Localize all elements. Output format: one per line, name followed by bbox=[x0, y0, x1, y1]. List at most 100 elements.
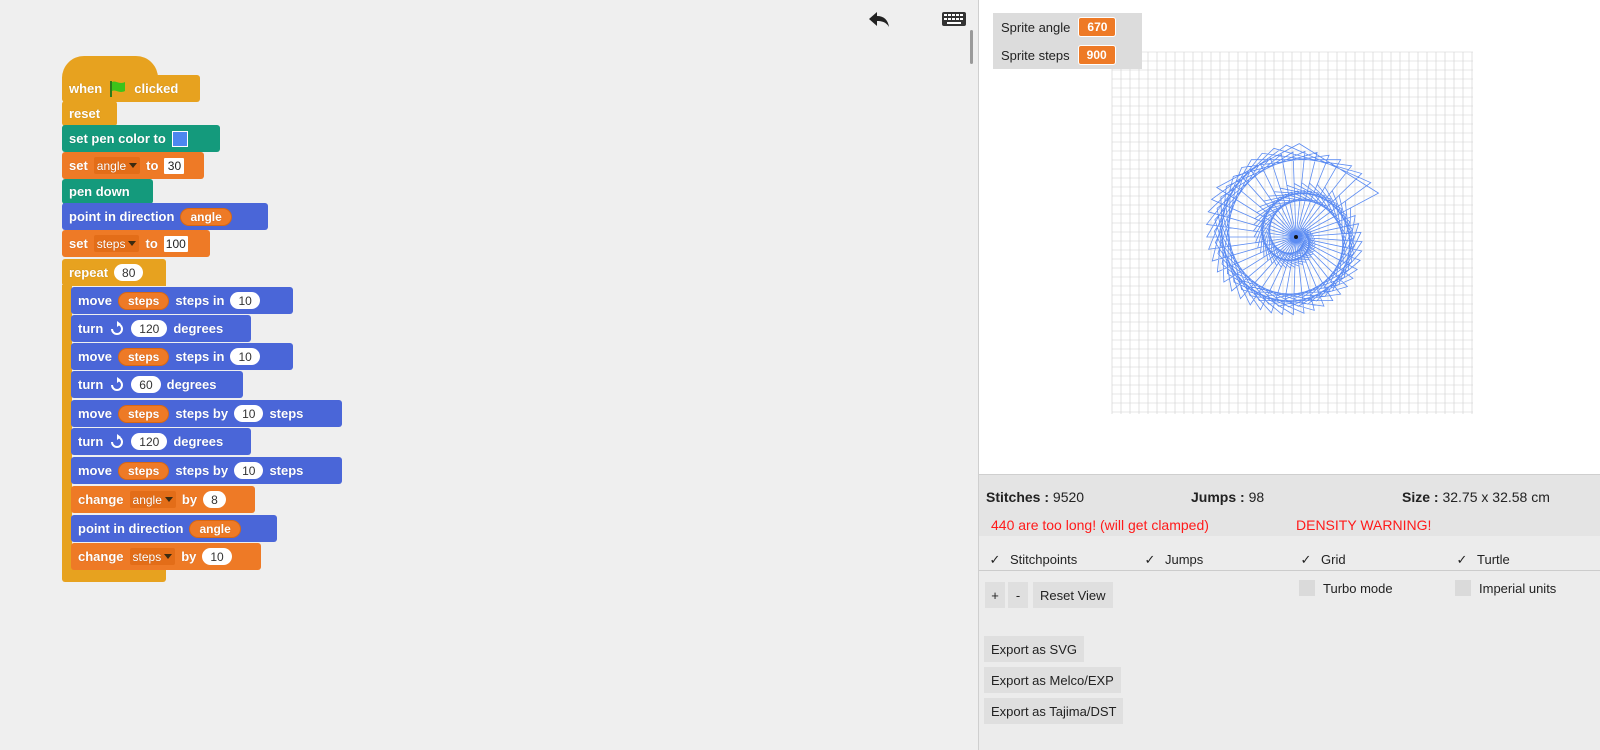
set-angle-block[interactable]: set angle to 30 bbox=[62, 152, 204, 179]
watcher-label: Sprite angle bbox=[1001, 19, 1071, 35]
steps-by-input[interactable]: 10 bbox=[234, 405, 264, 422]
point-in-direction-block[interactable]: point in direction angle bbox=[62, 203, 268, 230]
steps-end-label: steps bbox=[269, 463, 304, 478]
angle-value-input[interactable]: 30 bbox=[164, 157, 185, 174]
steps-reporter[interactable]: steps bbox=[117, 404, 170, 423]
turn-degrees-input[interactable]: 60 bbox=[131, 376, 161, 393]
repeat-block[interactable]: repeat 80 bbox=[62, 259, 166, 286]
steps-by-input[interactable]: 10 bbox=[234, 462, 264, 479]
export-dst-button[interactable]: Export as Tajima/DST bbox=[984, 698, 1124, 724]
turbo-mode-checkbox[interactable]: Turbo mode bbox=[1299, 580, 1393, 596]
move-label: move bbox=[78, 463, 112, 478]
point-in-direction-block[interactable]: point in direction angle bbox=[71, 515, 277, 542]
steps-end-label: steps bbox=[269, 406, 304, 421]
variable-dropdown-steps[interactable]: steps bbox=[93, 235, 140, 252]
degrees-label: degrees bbox=[173, 434, 224, 449]
turn-degrees-input[interactable]: 120 bbox=[131, 433, 168, 450]
size-value: 32.75 x 32.58 cm bbox=[1442, 489, 1550, 505]
move-steps-in-block[interactable]: move steps steps in 10 bbox=[71, 287, 293, 314]
right-panel: Sprite angle 670 Sprite steps 900 Stitch… bbox=[978, 0, 1600, 750]
pen-color-swatch[interactable] bbox=[171, 130, 188, 147]
change-label: change bbox=[78, 492, 124, 507]
steps-by-label: steps by bbox=[175, 406, 229, 421]
pen-down-block[interactable]: pen down bbox=[62, 179, 153, 204]
keyboard-entry-button[interactable] bbox=[940, 8, 968, 30]
repeat-count-input[interactable]: 80 bbox=[114, 264, 144, 281]
set-steps-block[interactable]: set steps to 100 bbox=[62, 230, 210, 257]
checkbox-box bbox=[1299, 580, 1315, 596]
turn-label: turn bbox=[78, 434, 104, 449]
angle-reporter[interactable]: angle bbox=[180, 207, 232, 226]
stitchpoints-checkbox[interactable]: ✓ Stitchpoints bbox=[988, 551, 1078, 568]
check-mark-icon: ✓ bbox=[1300, 551, 1312, 567]
steps-value-input[interactable]: 100 bbox=[163, 235, 188, 252]
to-label: to bbox=[146, 158, 159, 173]
undo-button[interactable] bbox=[862, 6, 896, 34]
steps-in-label: steps in bbox=[175, 349, 225, 364]
when-flag-clicked-block[interactable]: when clicked bbox=[62, 75, 200, 102]
change-steps-input[interactable]: 10 bbox=[202, 548, 232, 565]
dropdown-arrow-icon bbox=[164, 554, 173, 559]
variable-name: steps bbox=[96, 236, 126, 251]
jumps-value: 98 bbox=[1248, 489, 1265, 505]
reset-view-button[interactable]: Reset View bbox=[1033, 582, 1113, 608]
variable-dropdown-angle[interactable]: angle bbox=[93, 157, 141, 174]
turn-degrees-input[interactable]: 120 bbox=[131, 320, 168, 337]
steps-in-input[interactable]: 10 bbox=[230, 348, 260, 365]
grid-checkbox[interactable]: ✓ Grid bbox=[1299, 551, 1346, 568]
point-direction-label: point in direction bbox=[78, 521, 184, 536]
check-mark-icon: ✓ bbox=[989, 551, 1001, 567]
move-steps-by-block[interactable]: move steps steps by 10 steps bbox=[71, 457, 342, 484]
steps-reporter[interactable]: steps bbox=[117, 461, 170, 480]
set-label: set bbox=[69, 236, 88, 251]
repeat-label: repeat bbox=[69, 265, 109, 280]
stitchpoints-label: Stitchpoints bbox=[1010, 552, 1078, 567]
turn-label: turn bbox=[78, 377, 104, 392]
change-steps-block[interactable]: change steps by 10 bbox=[71, 543, 261, 570]
turtle-label: Turtle bbox=[1477, 552, 1510, 567]
imperial-units-checkbox[interactable]: Imperial units bbox=[1455, 580, 1556, 596]
to-label: to bbox=[145, 236, 158, 251]
steps-reporter[interactable]: steps bbox=[117, 291, 170, 310]
reset-block[interactable]: reset bbox=[62, 101, 117, 126]
zoom-in-button[interactable]: + bbox=[985, 582, 1005, 608]
watcher-sprite-steps[interactable]: Sprite steps 900 bbox=[993, 41, 1142, 69]
degrees-label: degrees bbox=[166, 377, 217, 392]
export-exp-button[interactable]: Export as Melco/EXP bbox=[984, 667, 1121, 693]
turtle-checkbox[interactable]: ✓ Turtle bbox=[1455, 552, 1510, 568]
jumps-checkbox[interactable]: ✓ Jumps bbox=[1143, 552, 1204, 568]
watcher-value: 670 bbox=[1078, 17, 1117, 37]
stage[interactable]: Sprite angle 670 Sprite steps 900 bbox=[979, 0, 1600, 474]
move-steps-in-block[interactable]: move steps steps in 10 bbox=[71, 343, 293, 370]
variable-dropdown-angle[interactable]: angle bbox=[129, 491, 176, 508]
steps-in-input[interactable]: 10 bbox=[230, 292, 260, 309]
stitches-label: Stitches : bbox=[986, 489, 1050, 505]
angle-reporter[interactable]: angle bbox=[189, 519, 241, 538]
turn-block[interactable]: turn 120 degrees bbox=[71, 428, 251, 455]
script-scrollbar[interactable] bbox=[970, 30, 973, 64]
stats-bar: Stitches : 9520 Jumps : 98 Size : 32.75 … bbox=[979, 474, 1600, 536]
set-pen-color-block[interactable]: set pen color to bbox=[62, 125, 220, 152]
imperial-units-label: Imperial units bbox=[1479, 580, 1557, 596]
turbo-mode-label: Turbo mode bbox=[1323, 580, 1393, 596]
move-steps-by-block[interactable]: move steps steps by 10 steps bbox=[71, 400, 342, 427]
turn-block[interactable]: turn 120 degrees bbox=[71, 315, 251, 342]
jumps-label: Jumps bbox=[1165, 552, 1204, 567]
turn-clockwise-icon bbox=[109, 320, 125, 337]
turn-block[interactable]: turn 60 degrees bbox=[71, 371, 243, 398]
dropdown-arrow-icon bbox=[164, 497, 173, 502]
script-area[interactable]: when clicked reset set pen color to set … bbox=[0, 0, 978, 750]
export-svg-button[interactable]: Export as SVG bbox=[984, 636, 1084, 662]
change-angle-block[interactable]: change angle by 8 bbox=[71, 486, 255, 513]
checkbox-box bbox=[1455, 580, 1471, 596]
options-divider bbox=[979, 570, 1600, 571]
undo-arrow-icon bbox=[869, 12, 889, 27]
watcher-sprite-angle[interactable]: Sprite angle 670 bbox=[993, 13, 1142, 41]
change-angle-input[interactable]: 8 bbox=[203, 491, 226, 508]
stitches-stat: Stitches : 9520 bbox=[986, 489, 1084, 505]
keyboard-icon bbox=[942, 12, 966, 26]
set-label: set bbox=[69, 158, 88, 173]
zoom-out-button[interactable]: - bbox=[1008, 582, 1028, 608]
variable-dropdown-steps[interactable]: steps bbox=[129, 548, 176, 565]
steps-reporter[interactable]: steps bbox=[117, 347, 170, 366]
